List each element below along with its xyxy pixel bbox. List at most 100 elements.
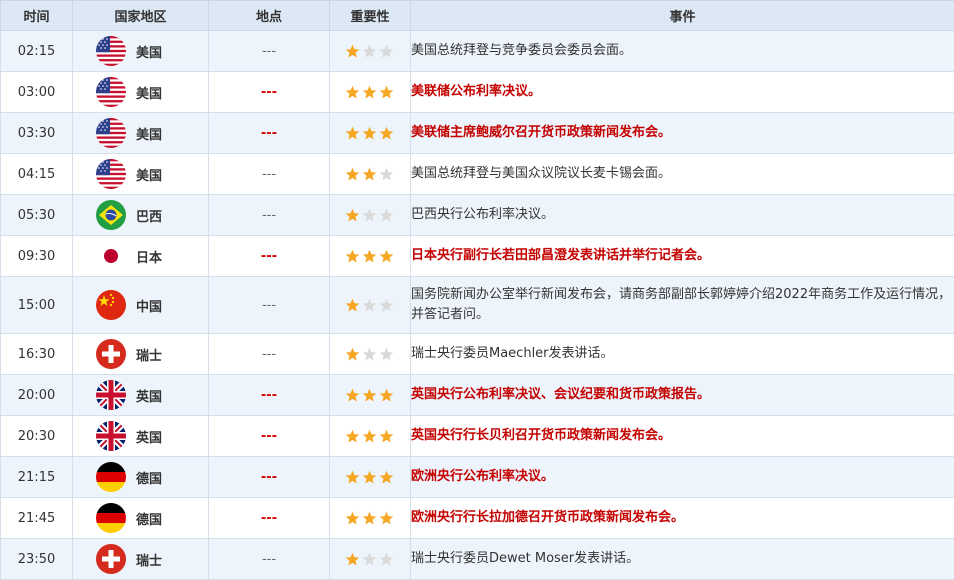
- star-filled-icon: [345, 85, 360, 100]
- event-description: 英国央行公布利率决议、会议纪要和货币政策报告。: [411, 375, 954, 416]
- star-filled-icon: [345, 388, 360, 403]
- event-row: 03:00美国---美联储公布利率决议。: [1, 72, 954, 113]
- country-name: 瑞士: [136, 550, 162, 569]
- event-importance: [330, 457, 411, 498]
- event-description: 美国总统拜登与美国众议院议长麦卡锡会面。: [411, 154, 954, 195]
- event-country: 美国: [73, 31, 209, 72]
- event-location: ---: [209, 277, 330, 334]
- event-row: 21:45德国--- 欧洲央行行长拉加德召开货币政策新闻发布会。: [1, 498, 954, 539]
- importance-stars: [330, 347, 410, 362]
- event-importance: [330, 113, 411, 154]
- event-row: 20:30 英国 --- 英国央行行长贝利召开货币政策新闻发布会。: [1, 416, 954, 457]
- event-time: 09:30: [1, 236, 73, 277]
- event-description: 美联储公布利率决议。: [411, 72, 954, 113]
- event-description: 英国央行行长贝利召开货币政策新闻发布会。: [411, 416, 954, 457]
- country-name: 美国: [136, 42, 162, 61]
- event-location: ---: [209, 236, 330, 277]
- header-event: 事件: [411, 1, 954, 31]
- event-description: 欧洲央行公布利率决议。: [411, 457, 954, 498]
- star-filled-icon: [362, 388, 377, 403]
- star-filled-icon: [362, 167, 377, 182]
- country-name: 英国: [136, 427, 162, 446]
- swiss-flag-icon: [96, 339, 126, 369]
- importance-stars: [330, 44, 410, 59]
- header-location: 地点: [209, 1, 330, 31]
- header-time: 时间: [1, 1, 73, 31]
- star-empty-icon: [379, 208, 394, 223]
- star-empty-icon: [379, 167, 394, 182]
- country-name: 瑞士: [136, 345, 162, 364]
- event-row: 23:50瑞士---瑞士央行委员Dewet Moser发表讲话。: [1, 539, 954, 580]
- event-time: 16:30: [1, 334, 73, 375]
- event-country: 德国: [73, 498, 209, 539]
- star-filled-icon: [345, 552, 360, 567]
- header-row: 时间 国家地区 地点 重要性 事件: [1, 1, 954, 31]
- star-empty-icon: [362, 552, 377, 567]
- star-empty-icon: [379, 44, 394, 59]
- star-filled-icon: [345, 511, 360, 526]
- event-country: 巴西: [73, 195, 209, 236]
- event-importance: [330, 498, 411, 539]
- star-filled-icon: [362, 429, 377, 444]
- star-filled-icon: [379, 470, 394, 485]
- star-empty-icon: [362, 44, 377, 59]
- event-time: 04:15: [1, 154, 73, 195]
- country-name: 美国: [136, 124, 162, 143]
- event-time: 21:15: [1, 457, 73, 498]
- event-country: 英国: [73, 375, 209, 416]
- star-filled-icon: [345, 347, 360, 362]
- country-name: 中国: [136, 296, 162, 315]
- star-filled-icon: [362, 126, 377, 141]
- star-filled-icon: [345, 298, 360, 313]
- event-description: 美国总统拜登与竞争委员会委员会面。: [411, 31, 954, 72]
- event-country: 美国: [73, 154, 209, 195]
- event-location: ---: [209, 31, 330, 72]
- event-time: 21:45: [1, 498, 73, 539]
- event-location: ---: [209, 334, 330, 375]
- importance-stars: [330, 552, 410, 567]
- importance-stars: [330, 249, 410, 264]
- event-time: 03:30: [1, 113, 73, 154]
- country-name: 德国: [136, 468, 162, 487]
- importance-stars: [330, 85, 410, 100]
- event-location: ---: [209, 113, 330, 154]
- event-location: ---: [209, 154, 330, 195]
- country-name: 日本: [136, 247, 162, 266]
- star-filled-icon: [379, 388, 394, 403]
- importance-stars: [330, 429, 410, 444]
- event-time: 15:00: [1, 277, 73, 334]
- event-importance: [330, 72, 411, 113]
- star-empty-icon: [379, 298, 394, 313]
- event-importance: [330, 375, 411, 416]
- star-filled-icon: [379, 511, 394, 526]
- event-row: 15:00 中国 --- 国务院新闻办公室举行新闻发布会，请商务部副部长郭婷婷介绍20…: [1, 277, 954, 334]
- event-description: 欧洲央行行长拉加德召开货币政策新闻发布会。: [411, 498, 954, 539]
- event-location: ---: [209, 457, 330, 498]
- event-row: 04:15美国--- 美国总统拜登与美国众议院议长麦卡锡会面。: [1, 154, 954, 195]
- event-importance: [330, 416, 411, 457]
- us-flag-icon: [96, 118, 126, 148]
- header-importance: 重要性: [330, 1, 411, 31]
- importance-stars: [330, 208, 410, 223]
- importance-stars: [330, 167, 410, 182]
- event-time: 03:00: [1, 72, 73, 113]
- star-filled-icon: [379, 429, 394, 444]
- importance-stars: [330, 470, 410, 485]
- event-importance: [330, 154, 411, 195]
- event-time: 02:15: [1, 31, 73, 72]
- country-name: 美国: [136, 83, 162, 102]
- star-empty-icon: [379, 552, 394, 567]
- event-time: 23:50: [1, 539, 73, 580]
- event-row: 16:30瑞士---瑞士央行委员Maechler发表讲话。: [1, 334, 954, 375]
- event-time: 20:30: [1, 416, 73, 457]
- event-location: ---: [209, 498, 330, 539]
- event-importance: [330, 31, 411, 72]
- event-location: ---: [209, 416, 330, 457]
- event-location: ---: [209, 539, 330, 580]
- event-importance: [330, 277, 411, 334]
- star-filled-icon: [379, 85, 394, 100]
- event-time: 05:30: [1, 195, 73, 236]
- star-filled-icon: [345, 167, 360, 182]
- event-description: 国务院新闻办公室举行新闻发布会，请商务部副部长郭婷婷介绍2022年商务工作及运行…: [411, 277, 954, 334]
- event-importance: [330, 195, 411, 236]
